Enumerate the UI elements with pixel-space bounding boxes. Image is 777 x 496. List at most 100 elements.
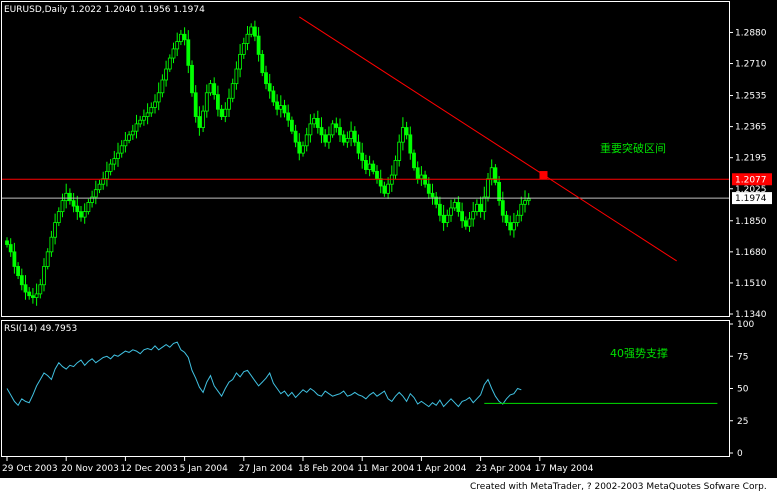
candle-up: [234, 68, 239, 85]
candle-up: [278, 105, 283, 110]
candle-up: [312, 117, 317, 125]
x-tick-label: 12 Dec 2003: [120, 464, 177, 474]
candle-up: [419, 174, 424, 180]
candle-up: [452, 202, 457, 209]
candle-down: [334, 123, 339, 128]
candle-up: [471, 211, 476, 220]
price-label-text: 1.1974: [735, 194, 767, 204]
x-tick-label: 29 Oct 2003: [2, 464, 58, 474]
candle-down: [182, 33, 187, 41]
candle-down: [323, 134, 328, 143]
candle-down: [412, 152, 416, 169]
candle-down: [252, 26, 257, 37]
x-tick-label: 20 Nov 2003: [61, 464, 119, 474]
candle-up: [308, 123, 313, 136]
candle-up: [145, 112, 150, 117]
candle-down: [504, 214, 509, 223]
price-tick-label: 1.2710: [735, 60, 767, 70]
candle-up: [97, 183, 102, 191]
candle-up: [60, 200, 65, 213]
candle-up: [64, 192, 69, 202]
candle-up: [227, 97, 231, 110]
candle-down: [275, 101, 280, 110]
candle-up: [56, 211, 61, 223]
candle-up: [134, 123, 139, 132]
candle-up: [116, 152, 120, 160]
rsi-tick-label: 100: [737, 320, 754, 330]
candle-up: [223, 108, 228, 117]
candle-up: [526, 198, 531, 202]
candle-down: [363, 160, 368, 170]
breakout-annotation: 重要突破区间: [600, 141, 666, 155]
candle-up: [153, 101, 157, 108]
price-tick-label: 1.1510: [735, 279, 767, 289]
candle-down: [68, 192, 72, 202]
candle-down: [260, 53, 265, 74]
candle-up: [474, 203, 479, 213]
candle-up: [238, 53, 243, 70]
candle-down: [190, 64, 194, 94]
candle-down: [508, 222, 513, 231]
candle-down: [415, 167, 420, 180]
candle-up: [445, 214, 450, 223]
candle-up: [519, 203, 524, 216]
candle-down: [23, 284, 28, 293]
candle-up: [400, 127, 405, 143]
candle-down: [212, 83, 217, 96]
candle-up: [304, 134, 309, 147]
candle-down: [441, 214, 446, 223]
candle-down: [186, 39, 191, 66]
candle-up: [204, 92, 209, 112]
candle-up: [489, 167, 494, 180]
price-tick-label: 1.1680: [735, 248, 767, 258]
candle-up: [141, 116, 146, 121]
x-tick-label: 1 Apr 2004: [416, 464, 466, 474]
candle-down: [79, 211, 83, 218]
candle-up: [108, 163, 113, 172]
candle-up: [345, 138, 350, 143]
candle-up: [386, 183, 391, 194]
rsi-tick-label: 50: [737, 385, 749, 395]
price-panel: [2, 16, 729, 306]
candle-up: [86, 202, 91, 213]
candle-down: [75, 205, 80, 213]
candle-down: [5, 240, 9, 245]
x-tick-label: 27 Jan 2004: [239, 464, 293, 474]
candle-down: [463, 220, 468, 227]
candle-up: [512, 222, 516, 231]
candle-down: [375, 170, 379, 180]
breakout-marker: [539, 171, 548, 180]
candle-down: [341, 134, 346, 143]
candle-up: [449, 207, 453, 216]
candle-down: [271, 90, 276, 103]
candle-down: [267, 83, 272, 92]
candle-down: [19, 275, 24, 286]
chart-canvas: 1.28801.27101.25351.23651.21951.20251.18…: [1, 1, 772, 474]
price-panel-label: EURUSD,Daily 1.2022 1.2040 1.1956 1.1974: [4, 5, 205, 15]
candle-down: [456, 202, 461, 213]
price-tick-label: 1.1850: [735, 217, 767, 227]
candle-down: [71, 200, 76, 207]
rsi-line: [6, 341, 522, 408]
candle-down: [352, 130, 357, 143]
candle-down: [460, 211, 465, 222]
candle-up: [201, 110, 206, 128]
candle-up: [249, 26, 254, 35]
candle-up: [349, 130, 354, 139]
candle-down: [30, 295, 35, 298]
candle-down: [478, 203, 483, 213]
candle-down: [371, 163, 376, 172]
rsi-tick-label: 75: [737, 352, 748, 362]
candle-up: [38, 284, 43, 295]
candle-up: [230, 83, 235, 99]
candle-down: [338, 127, 342, 136]
price-tick-label: 1.2535: [735, 92, 767, 102]
candle-up: [523, 200, 527, 205]
candle-down: [293, 130, 298, 143]
candle-down: [193, 92, 198, 117]
candle-up: [515, 214, 520, 223]
candle-down: [500, 200, 505, 216]
candle-down: [404, 127, 409, 136]
rsi-tick-label: 0: [737, 449, 743, 459]
candle-up: [467, 218, 472, 227]
